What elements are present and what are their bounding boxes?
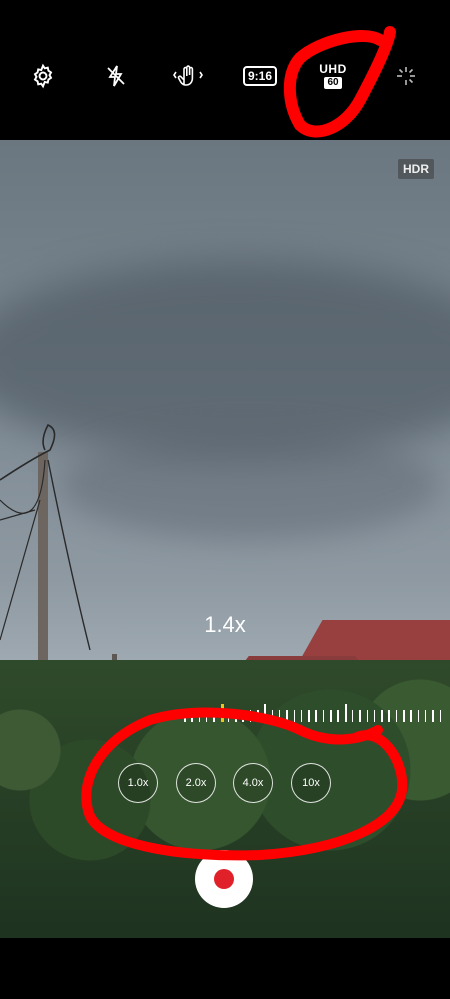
zoom-slider-tick	[359, 710, 361, 722]
zoom-1x-button[interactable]: 1.0x	[118, 763, 158, 803]
zoom-slider-tick	[337, 710, 339, 722]
zoom-slider-tick	[403, 710, 405, 722]
zoom-slider-tick	[249, 710, 252, 722]
zoom-slider-tick	[373, 710, 376, 722]
zoom-level-label: 1.4x	[204, 612, 246, 637]
zoom-slider-tick	[242, 710, 244, 722]
camera-viewfinder[interactable]	[0, 140, 450, 938]
bottom-bar	[0, 938, 450, 999]
zoom-slider-tick	[235, 710, 237, 722]
zoom-slider-tick	[439, 710, 441, 722]
stabilize-button[interactable]	[168, 56, 208, 96]
sparkle-icon	[394, 64, 418, 88]
fps-label: 60	[324, 77, 342, 89]
zoom-2x-button[interactable]: 2.0x	[176, 763, 216, 803]
top-toolbar: 9:16 UHD 60	[0, 0, 450, 140]
zoom-slider-tick	[366, 710, 368, 722]
gear-icon	[30, 63, 56, 89]
zoom-slider-tick	[330, 710, 332, 722]
zoom-slider-tick	[293, 710, 295, 722]
zoom-slider-tick	[395, 710, 398, 722]
zoom-10x-button[interactable]: 10x	[291, 763, 331, 803]
zoom-slider-tick	[351, 710, 354, 722]
zoom-slider-tick	[205, 710, 208, 722]
resolution-badge: UHD 60	[319, 63, 347, 89]
zoom-slider-tick	[424, 710, 427, 722]
zoom-slider-tick	[264, 704, 267, 722]
record-dot	[214, 869, 234, 889]
zoom-slider-tick	[322, 710, 325, 722]
resolution-label: UHD	[319, 62, 347, 76]
zoom-slider-tick	[381, 710, 383, 722]
zoom-slider-tick	[257, 710, 259, 722]
zoom-slider-tick	[220, 704, 224, 722]
zoom-slider-tick	[410, 710, 412, 722]
zoom-slider-tick	[432, 710, 434, 722]
zoom-slider-tick	[388, 710, 390, 722]
zoom-presets: 1.0x 2.0x 4.0x 10x	[0, 763, 450, 803]
effects-button[interactable]	[386, 56, 426, 96]
zoom-slider-tick	[417, 710, 420, 722]
aspect-ratio-label: 9:16	[242, 66, 278, 86]
hand-stabilize-icon	[172, 63, 204, 89]
zoom-slider-tick	[198, 710, 201, 722]
settings-button[interactable]	[23, 56, 63, 96]
zoom-slider-tick	[271, 710, 274, 722]
flash-button[interactable]	[96, 56, 136, 96]
zoom-slider-tick	[191, 710, 193, 722]
flash-off-icon	[104, 63, 128, 89]
zoom-slider-tick	[227, 710, 230, 722]
hdr-badge: HDR	[398, 159, 434, 179]
zoom-4x-button[interactable]: 4.0x	[233, 763, 273, 803]
zoom-slider-tick	[184, 710, 186, 722]
record-button[interactable]	[195, 850, 253, 908]
zoom-slider[interactable]	[184, 700, 444, 722]
zoom-slider-tick	[315, 710, 317, 722]
zoom-slider-tick	[213, 710, 215, 722]
zoom-slider-tick	[344, 704, 347, 722]
zoom-slider-tick	[278, 710, 281, 722]
resolution-button[interactable]: UHD 60	[313, 56, 353, 96]
zoom-slider-tick	[308, 710, 310, 722]
zoom-slider-tick	[286, 710, 288, 722]
aspect-ratio-button[interactable]: 9:16	[240, 56, 280, 96]
power-lines	[0, 423, 91, 651]
zoom-slider-tick	[300, 710, 303, 722]
